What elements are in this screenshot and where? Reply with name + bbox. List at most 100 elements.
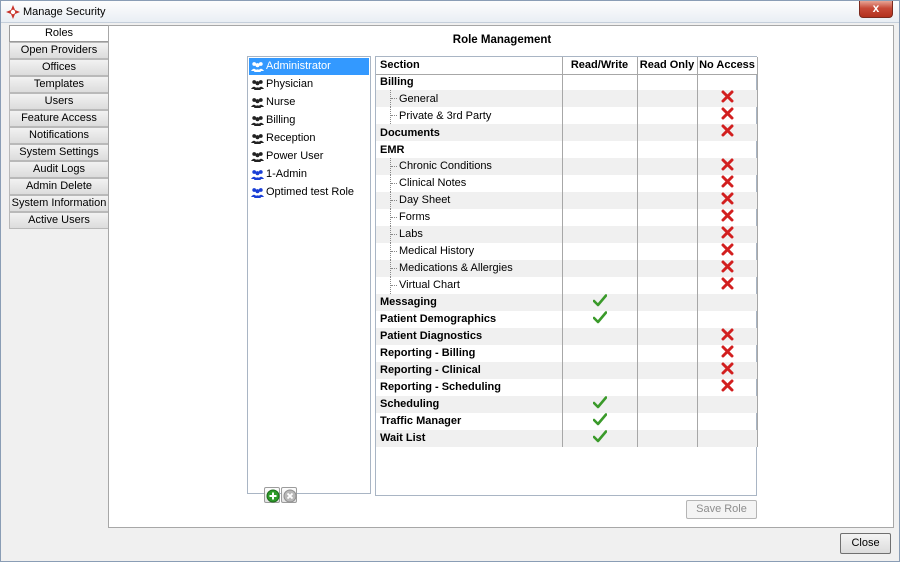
permission-row[interactable]: Medical History	[376, 242, 758, 260]
read-write-cell[interactable]	[562, 378, 638, 396]
read-write-cell[interactable]	[562, 124, 638, 142]
no-access-cell[interactable]	[697, 90, 758, 108]
read-write-cell[interactable]	[562, 141, 638, 158]
no-access-cell[interactable]	[697, 361, 758, 379]
permission-row[interactable]: Reporting - Billing	[376, 344, 758, 362]
permission-row[interactable]: Reporting - Clinical	[376, 361, 758, 379]
permission-row[interactable]: EMR	[376, 141, 758, 158]
read-write-cell[interactable]	[562, 157, 638, 175]
role-item[interactable]: Physician	[249, 76, 369, 93]
role-item[interactable]: Reception	[249, 130, 369, 147]
role-item[interactable]: 1-Admin	[249, 166, 369, 183]
no-access-cell[interactable]	[697, 412, 758, 430]
permission-row[interactable]: Documents	[376, 124, 758, 142]
role-item[interactable]: Optimed test Role	[249, 184, 369, 201]
permission-row[interactable]: Wait List	[376, 429, 758, 447]
no-access-cell[interactable]	[697, 157, 758, 175]
permission-row[interactable]: Clinical Notes	[376, 174, 758, 192]
no-access-cell[interactable]	[697, 225, 758, 243]
no-access-cell[interactable]	[697, 378, 758, 396]
permission-row[interactable]: Messaging	[376, 293, 758, 311]
read-write-cell[interactable]	[562, 90, 638, 108]
permission-row[interactable]: Medications & Allergies	[376, 259, 758, 277]
read-only-cell[interactable]	[637, 412, 698, 430]
read-only-cell[interactable]	[637, 174, 698, 192]
nav-item-audit-logs[interactable]: Audit Logs	[9, 161, 109, 178]
permission-row[interactable]: Forms	[376, 208, 758, 226]
read-write-cell[interactable]	[562, 412, 638, 430]
permission-row[interactable]: Scheduling	[376, 395, 758, 413]
read-write-cell[interactable]	[562, 74, 638, 91]
read-only-cell[interactable]	[637, 378, 698, 396]
no-access-cell[interactable]	[697, 208, 758, 226]
read-write-cell[interactable]	[562, 191, 638, 209]
read-write-cell[interactable]	[562, 225, 638, 243]
read-only-cell[interactable]	[637, 107, 698, 125]
read-only-cell[interactable]	[637, 242, 698, 260]
read-write-cell[interactable]	[562, 276, 638, 294]
save-role-button[interactable]: Save Role	[686, 500, 757, 519]
permission-row[interactable]: Patient Demographics	[376, 310, 758, 328]
no-access-cell[interactable]	[697, 327, 758, 345]
read-write-cell[interactable]	[562, 208, 638, 226]
read-write-cell[interactable]	[562, 259, 638, 277]
read-write-cell[interactable]	[562, 293, 638, 311]
add-role-button[interactable]	[264, 487, 280, 503]
nav-item-admin-delete[interactable]: Admin Delete	[9, 178, 109, 195]
nav-item-notifications[interactable]: Notifications	[9, 127, 109, 144]
no-access-cell[interactable]	[697, 429, 758, 447]
read-only-cell[interactable]	[637, 191, 698, 209]
role-item[interactable]: Nurse	[249, 94, 369, 111]
permission-row[interactable]: Private & 3rd Party	[376, 107, 758, 125]
read-write-cell[interactable]	[562, 344, 638, 362]
read-only-cell[interactable]	[637, 225, 698, 243]
nav-item-system-settings[interactable]: System Settings	[9, 144, 109, 161]
permission-row[interactable]: Virtual Chart	[376, 276, 758, 294]
read-only-cell[interactable]	[637, 310, 698, 328]
permission-row[interactable]: Chronic Conditions	[376, 157, 758, 175]
permission-row[interactable]: Billing	[376, 74, 758, 91]
read-write-cell[interactable]	[562, 429, 638, 447]
nav-item-offices[interactable]: Offices	[9, 59, 109, 76]
permission-row[interactable]: General	[376, 90, 758, 108]
role-item[interactable]: Power User	[249, 148, 369, 165]
nav-item-feature-access[interactable]: Feature Access	[9, 110, 109, 127]
read-only-cell[interactable]	[637, 361, 698, 379]
read-only-cell[interactable]	[637, 276, 698, 294]
no-access-cell[interactable]	[697, 174, 758, 192]
read-only-cell[interactable]	[637, 208, 698, 226]
roles-list[interactable]: Administrator Physician Nurse Billing Recept…	[247, 56, 371, 503]
read-only-cell[interactable]	[637, 429, 698, 447]
no-access-cell[interactable]	[697, 141, 758, 158]
nav-item-users[interactable]: Users	[9, 93, 109, 110]
read-only-cell[interactable]	[637, 293, 698, 311]
read-only-cell[interactable]	[637, 90, 698, 108]
no-access-cell[interactable]	[697, 191, 758, 209]
permission-row[interactable]: Reporting - Scheduling	[376, 378, 758, 396]
read-only-cell[interactable]	[637, 395, 698, 413]
read-only-cell[interactable]	[637, 259, 698, 277]
no-access-cell[interactable]	[697, 124, 758, 142]
remove-role-button[interactable]	[281, 487, 297, 503]
read-only-cell[interactable]	[637, 157, 698, 175]
read-only-cell[interactable]	[637, 327, 698, 345]
no-access-cell[interactable]	[697, 344, 758, 362]
no-access-cell[interactable]	[697, 74, 758, 91]
permission-row[interactable]: Day Sheet	[376, 191, 758, 209]
close-button[interactable]: Close	[840, 533, 891, 554]
nav-item-active-users[interactable]: Active Users	[9, 212, 109, 229]
read-write-cell[interactable]	[562, 361, 638, 379]
nav-item-system-information[interactable]: System Information	[9, 195, 109, 212]
read-write-cell[interactable]	[562, 327, 638, 345]
read-only-cell[interactable]	[637, 344, 698, 362]
read-write-cell[interactable]	[562, 174, 638, 192]
nav-item-templates[interactable]: Templates	[9, 76, 109, 93]
read-only-cell[interactable]	[637, 124, 698, 142]
read-write-cell[interactable]	[562, 395, 638, 413]
permission-row[interactable]: Traffic Manager	[376, 412, 758, 430]
read-write-cell[interactable]	[562, 310, 638, 328]
no-access-cell[interactable]	[697, 259, 758, 277]
role-item[interactable]: Administrator	[249, 58, 369, 75]
permission-row[interactable]: Labs	[376, 225, 758, 243]
permission-row[interactable]: Patient Diagnostics	[376, 327, 758, 345]
